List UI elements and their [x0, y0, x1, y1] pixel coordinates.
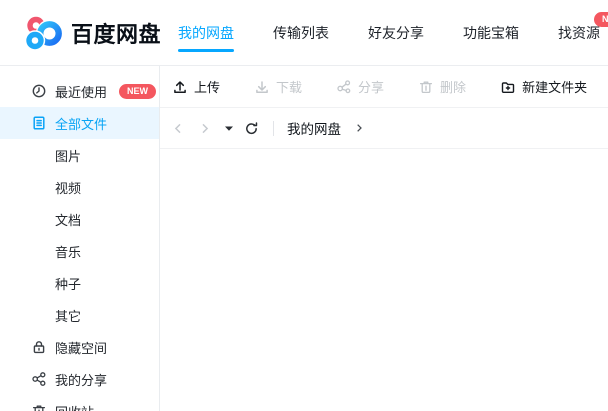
toolbar-button-label: 分享: [358, 80, 385, 95]
sidebar-item-label: 音乐: [55, 244, 82, 260]
tab-label: 找资源: [558, 24, 601, 41]
share-button[interactable]: 分享: [336, 77, 384, 96]
download-icon: [254, 79, 270, 95]
sidebar-item-music[interactable]: 音乐: [0, 235, 159, 267]
sidebar-item-label: 种子: [55, 276, 82, 292]
document-icon: [30, 115, 47, 132]
chevron-right-icon: [202, 123, 209, 133]
sidebar-item-all-files[interactable]: 全部文件: [0, 107, 159, 139]
file-toolbar: 上传 下载 分享 删除 新建文件夹: [160, 66, 608, 108]
chevron-left-icon: [174, 123, 181, 133]
new-badge: NEW: [594, 12, 608, 27]
breadcrumb-current[interactable]: 我的网盘: [287, 118, 341, 138]
sidebar-item-label: 其它: [55, 308, 82, 324]
forward-button[interactable]: [198, 122, 211, 135]
toolbar-button-label: 删除: [440, 80, 467, 95]
tab-friend-share[interactable]: 好友分享: [368, 0, 424, 65]
page-body: 最近使用 NEW 全部文件 图片 视频 文档 音乐 种子 其它 隐藏空间 我的分…: [0, 66, 608, 411]
sidebar-item-label: 文档: [55, 212, 82, 228]
lock-icon: [30, 339, 47, 356]
upload-button[interactable]: 上传: [172, 77, 220, 96]
tab-find-resources[interactable]: 找资源 NEW: [558, 0, 608, 65]
sidebar-item-label: 图片: [55, 148, 82, 164]
sidebar-new-badge: NEW: [119, 83, 157, 99]
refresh-button[interactable]: [244, 121, 259, 136]
sidebar-item-others[interactable]: 其它: [0, 299, 159, 331]
sidebar-item-label: 回收站: [55, 402, 94, 411]
file-list-area: [160, 149, 608, 411]
sidebar-item-documents[interactable]: 文档: [0, 203, 159, 235]
tab-label: 功能宝箱: [463, 24, 520, 41]
netdisk-logo-icon[interactable]: [26, 16, 62, 50]
main-panel: 上传 下载 分享 删除 新建文件夹 我的网盘: [160, 66, 608, 411]
sidebar-item-label: 最近使用: [55, 84, 108, 100]
tab-label: 传输列表: [273, 24, 330, 41]
new-folder-icon: [500, 79, 516, 95]
sidebar-item-recent[interactable]: 最近使用 NEW: [0, 75, 159, 107]
share-icon: [30, 371, 47, 388]
clock-icon: [30, 83, 47, 100]
divider: [273, 120, 274, 136]
sidebar-item-label: 视频: [55, 180, 82, 196]
caret-down-icon: [225, 126, 233, 131]
download-button[interactable]: 下载: [254, 77, 302, 96]
brand-title: 百度网盘: [71, 21, 162, 47]
sidebar-item-torrents[interactable]: 种子: [0, 267, 159, 299]
tab-toolbox[interactable]: 功能宝箱: [463, 0, 519, 65]
nav-tabs: 我的网盘 传输列表 好友分享 功能宝箱 找资源 NEW: [178, 0, 608, 65]
sidebar-item-images[interactable]: 图片: [0, 139, 159, 171]
chevron-right-icon: [357, 124, 362, 132]
tab-my-drive[interactable]: 我的网盘: [178, 0, 235, 65]
tab-label: 好友分享: [368, 24, 425, 41]
new-folder-button[interactable]: 新建文件夹: [500, 77, 587, 96]
sidebar-item-videos[interactable]: 视频: [0, 171, 159, 203]
breadcrumb-bar: 我的网盘: [160, 108, 608, 149]
sidebar-item-label: 我的分享: [55, 372, 108, 388]
toolbar-button-label: 上传: [194, 80, 221, 95]
sidebar: 最近使用 NEW 全部文件 图片 视频 文档 音乐 种子 其它 隐藏空间 我的分…: [0, 66, 160, 411]
sidebar-item-label: 全部文件: [55, 116, 108, 132]
sidebar-item-label: 隐藏空间: [55, 340, 108, 356]
breadcrumb-separator: [354, 123, 364, 133]
history-dropdown-button[interactable]: [225, 126, 233, 131]
sidebar-item-my-shares[interactable]: 我的分享: [0, 363, 159, 395]
app-header: 百度网盘 我的网盘 传输列表 好友分享 功能宝箱 找资源 NEW: [0, 0, 608, 66]
trash-icon: [30, 403, 47, 411]
toolbar-button-label: 下载: [276, 80, 303, 95]
upload-icon: [172, 79, 188, 95]
share-icon: [336, 79, 352, 95]
back-button[interactable]: [172, 122, 185, 135]
delete-button[interactable]: 删除: [418, 77, 466, 96]
toolbar-button-label: 新建文件夹: [522, 80, 588, 95]
sidebar-item-hidden-space[interactable]: 隐藏空间: [0, 331, 159, 363]
trash-icon: [418, 79, 434, 95]
sidebar-item-recycle-bin[interactable]: 回收站: [0, 395, 159, 411]
tab-label: 我的网盘: [178, 24, 235, 41]
tab-transfer-list[interactable]: 传输列表: [273, 0, 329, 65]
refresh-icon: [246, 121, 258, 134]
